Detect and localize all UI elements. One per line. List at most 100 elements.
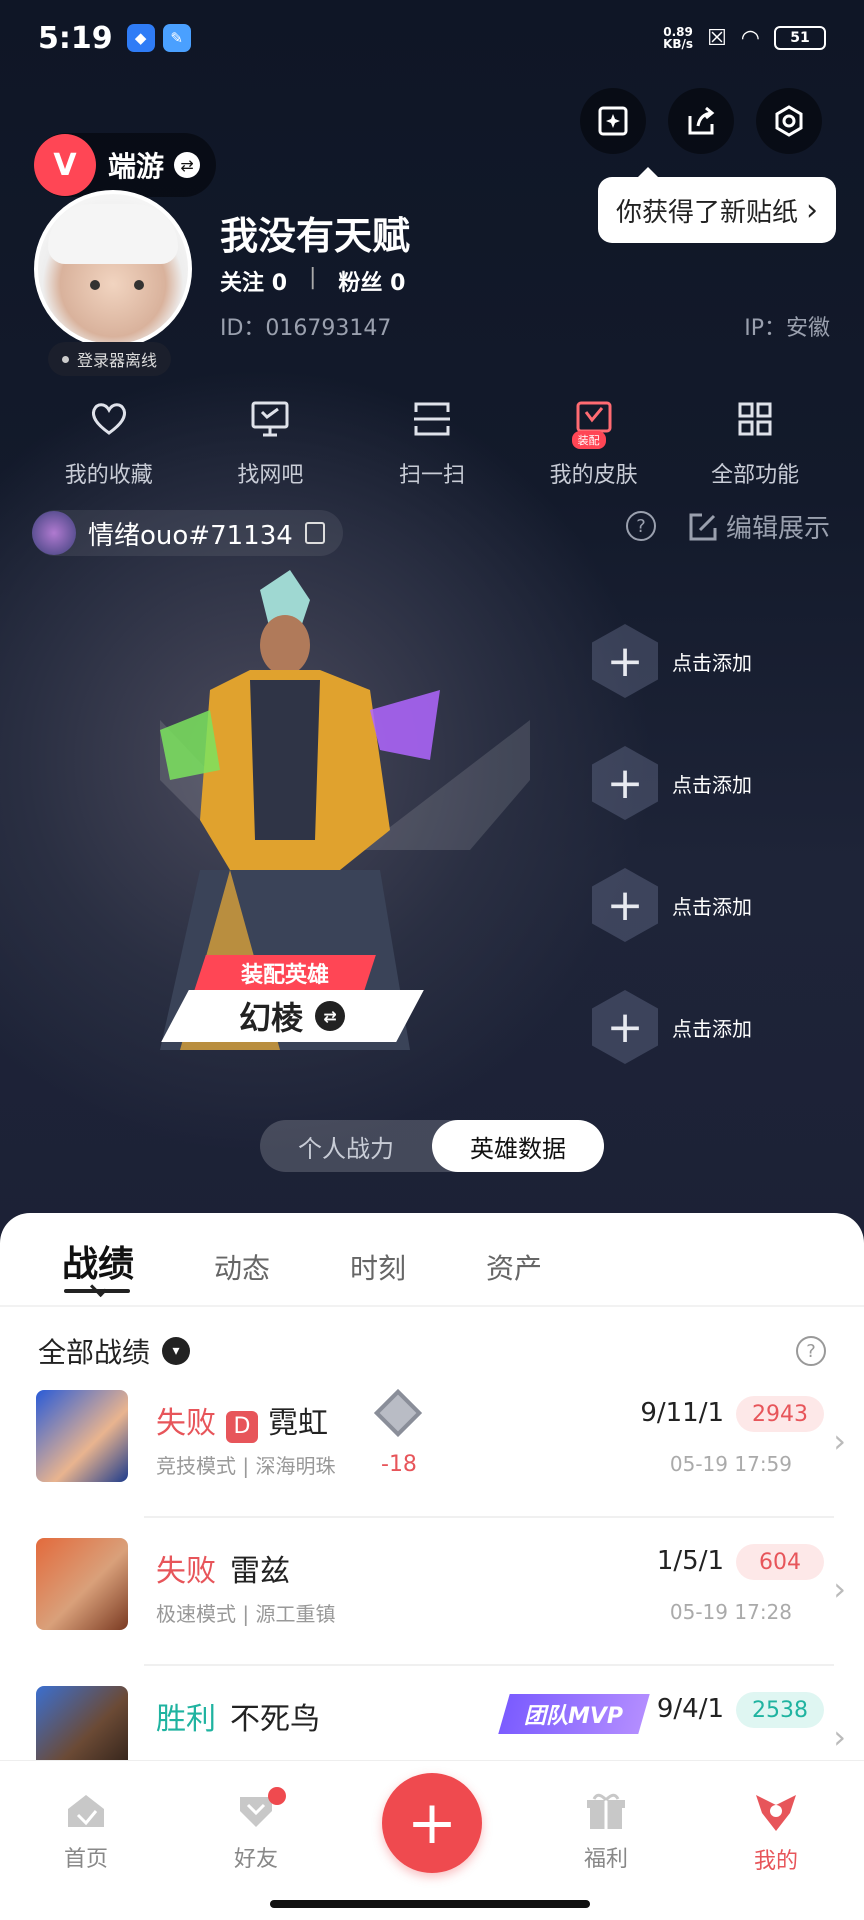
follow-stats: 关注 0 | 粉丝 0 bbox=[220, 265, 406, 297]
edit-showcase-button[interactable]: 编辑展示 bbox=[688, 508, 830, 545]
home-indicator bbox=[270, 1900, 590, 1908]
plus-icon: + bbox=[592, 746, 658, 820]
match-date: 05-19 17:59 bbox=[669, 1452, 792, 1476]
user-id: ID：016793147 bbox=[220, 316, 392, 341]
notification-dot bbox=[268, 1787, 286, 1805]
team-mvp-badge: 团队MVP bbox=[498, 1694, 650, 1734]
copy-icon[interactable] bbox=[304, 522, 325, 544]
agent-avatar bbox=[36, 1390, 128, 1482]
showcase-slots: + 点击添加 + 点击添加 + 点击添加 + 点击添加 bbox=[592, 600, 752, 1088]
gear-icon bbox=[775, 105, 803, 137]
chevron-right-icon: › bbox=[833, 1422, 846, 1460]
ip-location: IP：安徽 bbox=[744, 316, 830, 341]
nav-friends[interactable]: 好友 bbox=[196, 1787, 316, 1873]
match-result: 胜利 bbox=[156, 1702, 216, 1737]
add-slot-button[interactable]: + 点击添加 bbox=[592, 600, 752, 722]
skin-icon: 装配 bbox=[570, 395, 618, 449]
add-slot-button[interactable]: + 点击添加 bbox=[592, 966, 752, 1088]
tab-assets[interactable]: 资产 bbox=[486, 1247, 542, 1287]
share-button[interactable] bbox=[668, 88, 734, 154]
agent-name: 不死鸟 bbox=[230, 1702, 320, 1737]
tab-records[interactable]: 战绩 bbox=[62, 1235, 134, 1287]
match-score: 2538 bbox=[736, 1692, 824, 1728]
tab-moments[interactable]: 时刻 bbox=[350, 1247, 406, 1287]
rank-rating-change: -18 bbox=[381, 1452, 417, 1477]
match-row[interactable]: 失败 雷兹 极速模式 | 源工重镇 1/5/1 604 05-19 17:28 › bbox=[36, 1526, 846, 1666]
new-sticker-tooltip[interactable]: 你获得了新贴纸 › bbox=[597, 167, 836, 243]
match-score: 2943 bbox=[736, 1396, 824, 1432]
grid-icon bbox=[731, 395, 779, 443]
quick-skins[interactable]: 装配 我的皮肤 bbox=[524, 395, 664, 489]
chevron-right-icon: › bbox=[806, 192, 818, 228]
net-speed: 0.89 KB/s bbox=[663, 25, 694, 51]
edit-icon bbox=[689, 513, 717, 540]
rank-icon bbox=[373, 1388, 423, 1438]
add-slot-button[interactable]: + 点击添加 bbox=[592, 722, 752, 844]
following-count[interactable]: 关注 0 bbox=[220, 265, 287, 297]
tab-feed[interactable]: 动态 bbox=[214, 1247, 270, 1287]
settings-button[interactable] bbox=[756, 88, 822, 154]
match-kda: 9/4/1 bbox=[656, 1694, 724, 1724]
create-post-button[interactable]: + bbox=[382, 1773, 482, 1873]
quick-scan[interactable]: 扫一扫 bbox=[362, 395, 502, 489]
heart-icon bbox=[85, 395, 133, 443]
nav-benefits[interactable]: 福利 bbox=[546, 1791, 666, 1873]
equipped-hero-switch[interactable]: 幻棱 ⇄ bbox=[161, 990, 424, 1042]
top-actions bbox=[580, 88, 822, 154]
battery-icon: 51 bbox=[774, 26, 826, 50]
monitor-icon bbox=[246, 395, 294, 443]
status-bar: 5:19 ◆ ✎ 0.89 KB/s ☒ ◠ 51 bbox=[38, 18, 826, 58]
nav-me[interactable]: 我的 bbox=[716, 1791, 836, 1875]
chevron-right-icon: › bbox=[833, 1570, 846, 1608]
platform-switch[interactable]: V 端游 ⇄ bbox=[34, 133, 217, 197]
plus-icon: + bbox=[592, 624, 658, 698]
toggle-personal-power[interactable]: 个人战力 bbox=[260, 1120, 432, 1172]
match-date: 05-19 17:28 bbox=[669, 1600, 792, 1624]
platform-name: 端游 bbox=[108, 150, 165, 183]
data-view-toggle: 个人战力 英雄数据 bbox=[260, 1120, 604, 1172]
wifi-icon: ◠ bbox=[740, 25, 760, 51]
swap-icon: ⇄ bbox=[174, 152, 201, 178]
chevron-right-icon: › bbox=[833, 1718, 846, 1756]
help-icon[interactable]: ? bbox=[796, 1336, 826, 1366]
nickname: 我没有天赋 bbox=[220, 214, 411, 258]
gift-icon bbox=[587, 1793, 625, 1829]
fans-count[interactable]: 粉丝 0 bbox=[338, 265, 405, 297]
nav-home[interactable]: 首页 bbox=[26, 1791, 146, 1873]
match-row[interactable]: 失败 D 霓虹 竞技模式 | 深海明珠 -18 9/11/1 2943 05-19 … bbox=[36, 1378, 846, 1518]
add-slot-button[interactable]: + 点击添加 bbox=[592, 844, 752, 966]
share-icon bbox=[688, 106, 715, 135]
equipped-hero-tag: 装配英雄 bbox=[194, 955, 376, 991]
swap-icon: ⇄ bbox=[315, 1001, 346, 1031]
quick-internet-cafe[interactable]: 找网吧 bbox=[200, 395, 340, 489]
plus-icon: + bbox=[592, 868, 658, 942]
hero-name: 幻棱 bbox=[239, 999, 304, 1037]
valorant-logo-icon: V bbox=[34, 134, 96, 196]
toggle-hero-data[interactable]: 英雄数据 bbox=[432, 1120, 604, 1172]
launcher-status-badge: 登录器离线 bbox=[48, 342, 172, 376]
help-icon[interactable]: ? bbox=[626, 511, 656, 541]
agent-name: 雷兹 bbox=[230, 1554, 290, 1589]
match-kda: 9/11/1 bbox=[640, 1398, 724, 1428]
game-account-name: 情绪ouo#71134 bbox=[88, 520, 293, 551]
app-notification-icon: ◆ bbox=[126, 24, 155, 52]
tab-indicator bbox=[64, 1289, 130, 1293]
records-filter[interactable]: 全部战绩 ▾ bbox=[38, 1331, 191, 1371]
avatar[interactable] bbox=[34, 190, 192, 348]
game-account[interactable]: 情绪ouo#71134 bbox=[32, 510, 343, 556]
quick-menu: 我的收藏 找网吧 扫一扫 装配 我的皮肤 全部功能 bbox=[0, 395, 864, 489]
sim-icon: ☒ bbox=[707, 25, 727, 51]
agent-avatar bbox=[36, 1538, 128, 1630]
match-mode: 竞技模式 | 深海明珠 bbox=[156, 1454, 336, 1478]
sticker-button[interactable] bbox=[580, 88, 646, 154]
app-notification-icon: ✎ bbox=[162, 24, 191, 52]
home-icon bbox=[68, 1795, 104, 1827]
match-result: 失败 bbox=[156, 1406, 216, 1441]
match-kda: 1/5/1 bbox=[656, 1546, 724, 1576]
match-row[interactable]: 胜利 不死鸟 团队MVP 9/4/1 2538 › bbox=[36, 1674, 846, 1778]
rank-badge: D bbox=[226, 1411, 258, 1443]
quick-favorites[interactable]: 我的收藏 bbox=[39, 395, 179, 489]
game-avatar bbox=[32, 511, 76, 555]
bottom-nav: 首页 好友 + 福利 我的 bbox=[0, 1760, 864, 1920]
quick-all-features[interactable]: 全部功能 bbox=[685, 395, 825, 489]
